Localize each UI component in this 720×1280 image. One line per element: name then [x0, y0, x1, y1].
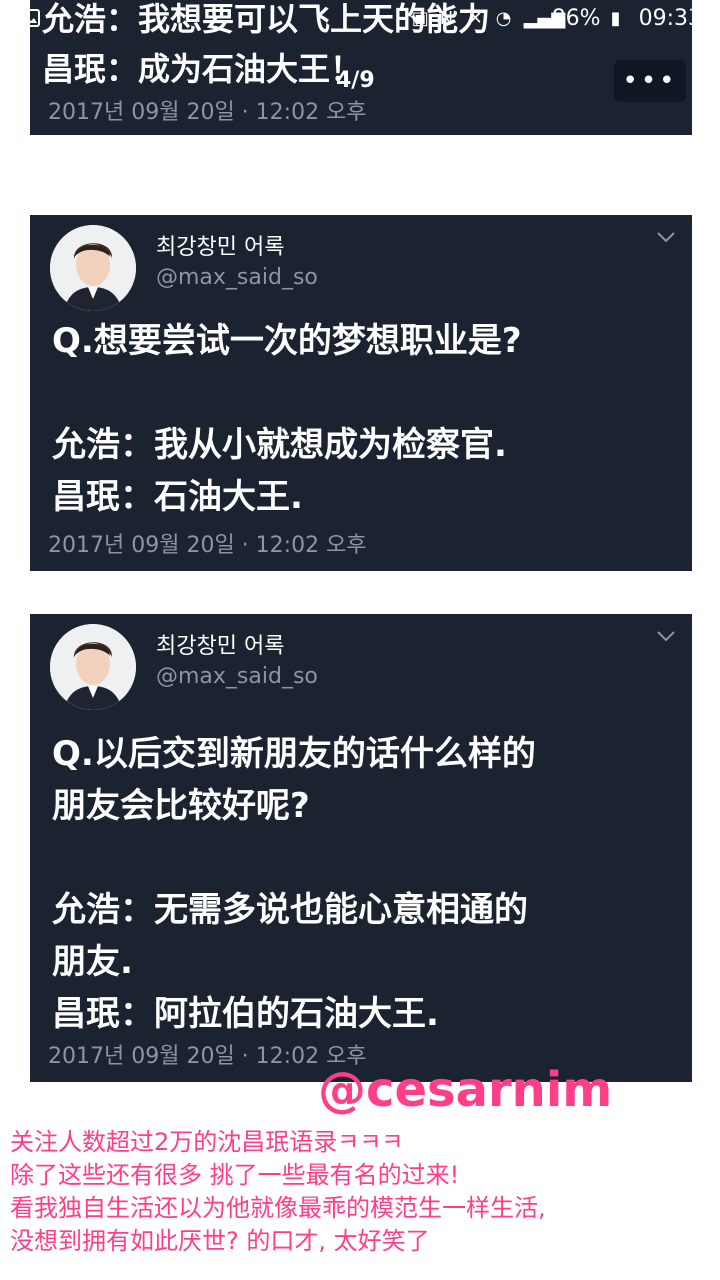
tweet-text-line: 昌珉：成为石油大王！ [42, 50, 363, 88]
caption-line: 看我独自生活还以为他就像最乖的模范生一样生活, [10, 1194, 546, 1222]
author-handle[interactable]: @max_said_so [156, 664, 318, 689]
tweet-text-line: Q.想要尝试一次的梦想职业是? [52, 321, 522, 361]
wifi-icon: ◔ [495, 7, 512, 29]
page-indicator: 4/9 [336, 68, 375, 93]
tweet-text-line [52, 367, 674, 419]
tweet-text-line: 昌珉：石油大王. [52, 477, 303, 517]
tweet-text-line: 朋友会比较好呢? [52, 786, 310, 826]
chevron-down-icon[interactable] [656, 630, 676, 642]
battery-percent: 86% [551, 6, 601, 31]
author-name[interactable]: 최강창민 어록 [156, 229, 284, 261]
tweet-text-line: Q.以后交到新朋友的话什么样的 [52, 734, 536, 774]
signal-icon: ▂▄▆ [523, 7, 566, 29]
profile-photo [50, 624, 136, 710]
status-bar: ▣ N ✕ ◔ ▂▄▆ 86% ▮ 09:33 [0, 0, 720, 44]
tweet-card: 최강창민 어록 @max_said_so Q.以后交到新朋友的话什么样的 朋友会… [30, 614, 692, 1082]
nfc-icon: N [439, 7, 454, 29]
author-name[interactable]: 최강창민 어록 [156, 628, 284, 660]
tweet-text-line: 昌珉：阿拉伯的石油大王. [52, 994, 439, 1034]
avatar [50, 225, 136, 311]
avatar [50, 624, 136, 710]
tweet-text-line [52, 832, 674, 884]
tweet-body: Q.想要尝试一次的梦想职业是? 允浩：我从小就想成为检察官. 昌珉：石油大王. [52, 315, 674, 523]
caption-line: 没想到拥有如此厌世? 的口才, 太好笑了 [10, 1227, 430, 1255]
lock-icon: ▣ [411, 7, 429, 29]
tweet-date: 2017년 09월 20일 · 12:02 오후 [48, 533, 367, 558]
more-options-button[interactable]: ••• [614, 60, 686, 102]
chevron-down-icon[interactable] [656, 231, 676, 243]
author-handle[interactable]: @max_said_so [156, 265, 318, 290]
tweet-body: Q.以后交到新朋友的话什么样的 朋友会比较好呢? 允浩：无需多说也能心意相通的 … [52, 728, 674, 1040]
gallery-icon [18, 9, 40, 27]
caption-line: 关注人数超过2万的沈昌珉语录ㅋㅋㅋ [10, 1128, 404, 1156]
tweet-card: 최강창민 어록 @max_said_so Q.想要尝试一次的梦想职业是? 允浩：… [30, 215, 692, 571]
watermark: @cesarnim [318, 1062, 613, 1118]
mute-icon: ✕ [467, 7, 483, 29]
tweet-text-line: 允浩：我从小就想成为检察官. [52, 425, 507, 465]
caption-line: 除了这些还有很多 挑了一些最有名的过来! [10, 1161, 460, 1189]
tweet-date: 2017년 09월 20일 · 12:02 오후 [48, 100, 367, 125]
tweet-text-line: 朋友. [52, 942, 133, 982]
clock: 09:33 [638, 6, 702, 31]
profile-photo [50, 225, 136, 311]
battery-icon: ▮ [610, 7, 621, 29]
caption: 关注人数超过2万的沈昌珉语录ㅋㅋㅋ 除了这些还有很多 挑了一些最有名的过来! 看… [10, 1126, 716, 1258]
tweet-text-line: 允浩：无需多说也能心意相通的 [52, 890, 528, 930]
